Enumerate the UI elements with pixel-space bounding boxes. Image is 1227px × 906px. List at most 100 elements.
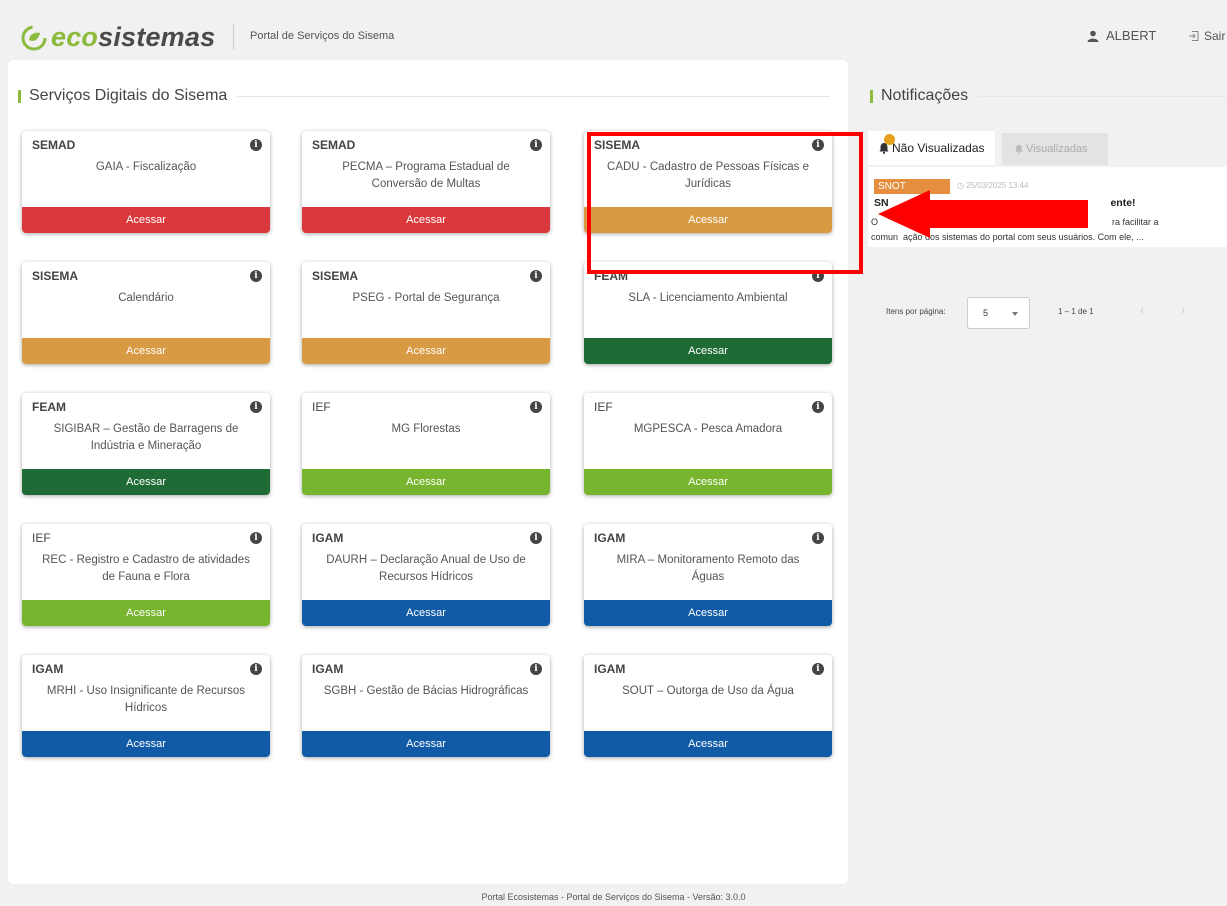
annotation-arrow-icon	[878, 190, 1088, 238]
service-card: IGAM i DAURH – Declaração Anual de Uso de …	[302, 524, 550, 626]
info-icon[interactable]: i	[530, 270, 542, 282]
services-heading-text: Serviços Digitais do Sisema	[29, 87, 228, 104]
user-menu[interactable]: ALBERT	[1087, 28, 1156, 43]
service-card: IGAM i MRHI - Uso Insignificante de Recurs…	[22, 655, 270, 757]
info-icon[interactable]: i	[530, 401, 542, 413]
card-title: GAIA - Fiscalização	[95, 161, 197, 173]
service-card: FEAM i SLA - Licenciamento Ambiental Acessa…	[584, 262, 832, 364]
leaf-logo-icon	[21, 25, 47, 50]
previous-page-button[interactable]: ‹	[1140, 303, 1144, 317]
access-button[interactable]: Acessar	[584, 469, 832, 495]
access-button[interactable]: Acessar	[302, 600, 550, 626]
user-icon	[1087, 30, 1099, 42]
items-per-page-label: Itens por página:	[886, 307, 946, 316]
info-icon[interactable]: i	[812, 532, 824, 544]
logout-icon	[1189, 31, 1199, 41]
card-title: DAURH – Declaração Anual de Uso de Recur…	[326, 554, 526, 583]
notifications-paginator: Itens por página: 5 1 – 1 de 1 ‹ ›	[868, 290, 1227, 330]
info-icon[interactable]: i	[812, 663, 824, 675]
info-icon[interactable]: i	[250, 532, 262, 544]
notification-title-end: ente!	[1110, 197, 1136, 209]
card-organization: IEF	[32, 531, 51, 545]
info-icon[interactable]: i	[250, 139, 262, 151]
access-button[interactable]: Acessar	[302, 469, 550, 495]
heading-accent-bar	[18, 89, 21, 103]
service-card: IGAM i MIRA – Monitoramento Remoto das Águ…	[584, 524, 832, 626]
card-title: Calendário	[118, 292, 174, 304]
heading-rule	[237, 95, 830, 97]
card-title: SLA - Licenciamento Ambiental	[628, 292, 788, 304]
footer-version: Portal Ecosistemas - Portal de Serviços …	[481, 892, 746, 902]
access-button[interactable]: Acessar	[302, 207, 550, 233]
card-title: SGBH - Gestão de Bácias Hidrográficas	[323, 685, 529, 697]
tab-read-label: Visualizadas	[1026, 143, 1088, 155]
info-icon[interactable]: i	[250, 270, 262, 282]
notification-body-line1-start: O	[871, 217, 879, 227]
info-icon[interactable]: i	[530, 663, 542, 675]
card-organization: SISEMA	[312, 269, 359, 283]
page-range: 1 – 1 de 1	[1058, 307, 1094, 316]
bell-icon	[1015, 144, 1023, 154]
service-card: SISEMA i PSEG - Portal de Segurança Acessar	[302, 262, 550, 364]
notification-body-line1-end: ra facilitar a	[1112, 217, 1159, 227]
chevron-down-icon	[1012, 312, 1018, 316]
card-title: MIRA – Monitoramento Remoto das Águas	[616, 554, 800, 583]
ecosistemas-logo[interactable]: ecosistemas	[20, 22, 215, 53]
notification-time-text: 25/03/2025 13:44	[966, 181, 1029, 190]
info-icon[interactable]: i	[530, 532, 542, 544]
unread-badge	[884, 134, 895, 145]
access-button[interactable]: Acessar	[22, 207, 270, 233]
access-button[interactable]: Acessar	[22, 469, 270, 495]
services-heading: Serviços Digitais do Sisema	[18, 87, 830, 105]
service-card: IEF i REC - Registro e Cadastro de ativida…	[22, 524, 270, 626]
service-card: SISEMA i Calendário Acessar	[22, 262, 270, 364]
portal-title: Portal de Serviços do Sisema	[250, 30, 395, 42]
logo-text-sistemas: sistemas	[98, 22, 216, 52]
notifications-heading-text: Notificações	[881, 87, 969, 104]
card-title: SOUT – Outorga de Uso da Água	[622, 685, 794, 697]
heading-rule	[978, 95, 1227, 97]
access-button[interactable]: Acessar	[584, 338, 832, 364]
logout-label: Sair	[1204, 29, 1226, 43]
info-icon[interactable]: i	[812, 401, 824, 413]
logout-button[interactable]: Sair	[1188, 29, 1225, 43]
access-button[interactable]: Acessar	[584, 600, 832, 626]
card-organization: IEF	[594, 400, 613, 414]
card-title: REC - Registro e Cadastro de atividades …	[42, 554, 250, 583]
notifications-heading: Notificações	[870, 87, 1227, 105]
card-organization: SISEMA	[32, 269, 79, 283]
card-organization: IGAM	[312, 662, 344, 676]
access-button[interactable]: Acessar	[22, 731, 270, 757]
next-page-button[interactable]: ›	[1181, 303, 1185, 317]
heading-accent-bar	[870, 89, 873, 103]
info-icon[interactable]: i	[250, 663, 262, 675]
card-organization: IGAM	[32, 662, 64, 676]
service-card: IGAM i SOUT – Outorga de Uso da Água Acessa…	[584, 655, 832, 757]
annotation-highlight-box	[587, 132, 863, 274]
card-organization: IEF	[312, 400, 331, 414]
card-title: PSEG - Portal de Segurança	[352, 292, 500, 304]
clock-icon: ◷	[957, 181, 967, 190]
card-organization: IGAM	[594, 662, 626, 676]
card-title: SIGIBAR – Gestão de Barragens de Indústr…	[53, 423, 239, 452]
card-title: PECMA – Programa Estadual de Conversão d…	[342, 161, 510, 190]
tab-unread-label: Não Visualizadas	[892, 141, 985, 155]
logo-text-eco: eco	[51, 22, 99, 52]
info-icon[interactable]: i	[250, 401, 262, 413]
card-title: MRHI - Uso Insignificante de Recursos Hí…	[46, 685, 246, 714]
user-name: ALBERT	[1106, 28, 1157, 43]
access-button[interactable]: Acessar	[302, 338, 550, 364]
tab-read-notifications[interactable]: Visualizadas	[1002, 133, 1108, 165]
access-button[interactable]: Acessar	[22, 338, 270, 364]
access-button[interactable]: Acessar	[302, 731, 550, 757]
info-icon[interactable]: i	[530, 139, 542, 151]
service-card: SEMAD i GAIA - Fiscalização Acessar	[22, 131, 270, 233]
access-button[interactable]: Acessar	[584, 731, 832, 757]
card-organization: SEMAD	[312, 138, 356, 152]
card-title: MG Florestas	[391, 423, 461, 435]
card-organization: FEAM	[32, 400, 66, 414]
service-card: FEAM i SIGIBAR – Gestão de Barragens de In…	[22, 393, 270, 495]
items-per-page-select[interactable]: 5	[967, 297, 1030, 329]
access-button[interactable]: Acessar	[22, 600, 270, 626]
service-card: IEF i MG Florestas Acessar	[302, 393, 550, 495]
